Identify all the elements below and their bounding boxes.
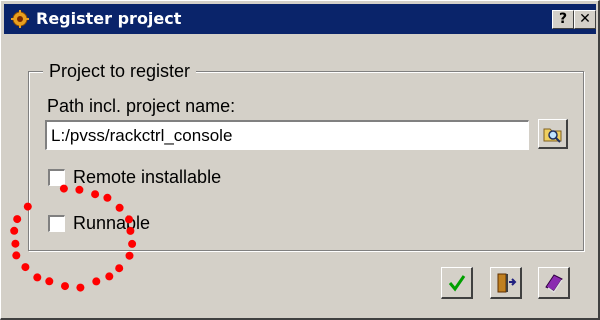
help-book-icon: [545, 274, 563, 294]
register-project-dialog: Register project ? ✕ Project to register…: [0, 0, 600, 320]
ok-button[interactable]: [441, 267, 473, 299]
browse-button[interactable]: [538, 119, 568, 149]
project-path-input[interactable]: [45, 120, 529, 150]
annotation-dot: [92, 277, 101, 286]
runnable-label: Runnable: [73, 213, 151, 233]
annotation-dot: [21, 263, 30, 272]
annotation-dot: [10, 226, 19, 235]
remote-installable-label: Remote installable: [73, 167, 222, 187]
exit-button[interactable]: [490, 267, 522, 299]
window-title: Register project: [36, 9, 182, 28]
annotation-dot: [125, 251, 134, 260]
remote-installable-checkbox[interactable]: [48, 169, 65, 186]
close-button[interactable]: ✕: [574, 10, 596, 29]
path-label: Path incl. project name:: [47, 96, 236, 116]
gear-icon: [11, 10, 29, 28]
exit-door-icon: [497, 273, 517, 293]
titlebar: Register project ? ✕: [4, 4, 596, 34]
help-button[interactable]: [538, 267, 570, 299]
annotation-dot: [33, 273, 42, 282]
checkmark-icon: [448, 275, 466, 292]
annotation-dot: [115, 264, 124, 273]
annotation-dot: [11, 239, 20, 248]
annotation-dot: [61, 282, 69, 291]
help-title-button[interactable]: ?: [552, 10, 574, 29]
folder-search-icon: [543, 128, 562, 143]
runnable-checkbox[interactable]: [48, 215, 65, 232]
annotation-dot: [105, 272, 114, 281]
groupbox-legend: Project to register: [43, 60, 197, 82]
annotation-dot: [76, 283, 85, 292]
annotation-dot: [45, 277, 54, 286]
annotation-dot: [13, 215, 22, 224]
annotation-dot: [12, 251, 21, 260]
